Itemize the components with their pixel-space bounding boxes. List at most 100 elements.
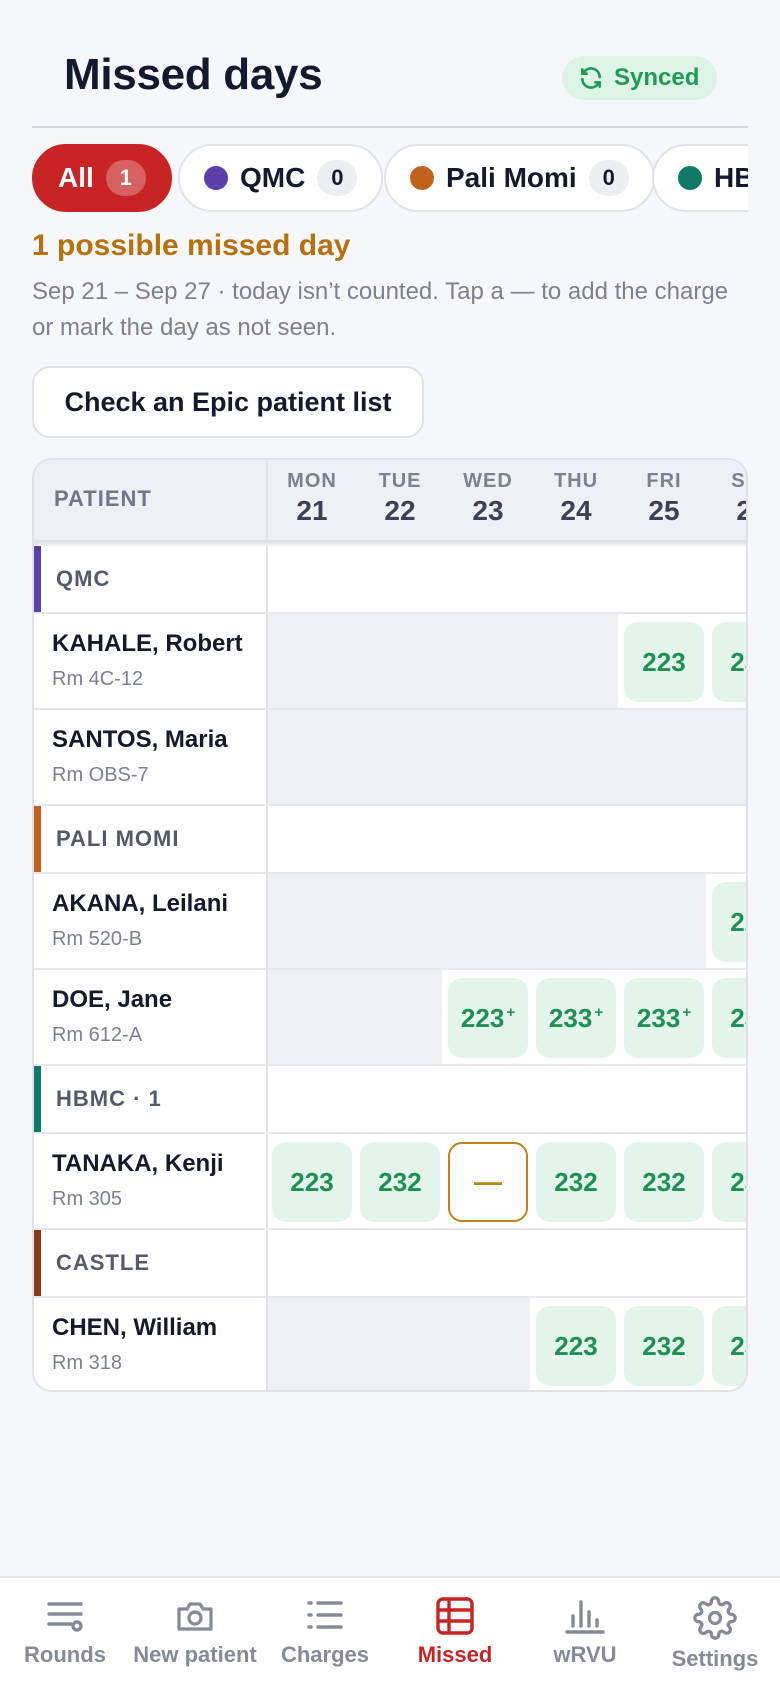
charge-code: 233 xyxy=(636,1002,681,1033)
inactive-days xyxy=(268,1298,530,1390)
table-icon xyxy=(436,1597,474,1635)
group-label-cell: HBMC · 1 xyxy=(34,1066,268,1132)
patient-header-label: PATIENT xyxy=(54,486,152,511)
patient-name: AKANA, Leilani xyxy=(52,890,229,917)
missed-day-cell[interactable]: — xyxy=(448,1142,528,1222)
day-name: THU xyxy=(553,470,599,492)
group-color-bar xyxy=(34,806,41,872)
charge-cell[interactable]: 232 xyxy=(712,1306,746,1386)
charge-cell[interactable]: 232 xyxy=(624,1142,704,1222)
charge-code: 223 xyxy=(460,1002,505,1033)
patient-name: TANAKA, Kenji xyxy=(52,1150,224,1177)
patient-cell[interactable]: AKANA, Leilani Rm 520-B xyxy=(34,874,268,968)
patient-row: KAHALE, Robert Rm 4C-12 223 232 xyxy=(34,614,746,710)
charge-cell[interactable]: 232 xyxy=(360,1142,440,1222)
group-name: PALI MOMI xyxy=(56,826,180,851)
tab-missed[interactable]: Missed xyxy=(390,1596,520,1668)
plus-marker: + xyxy=(682,1003,692,1021)
inactive-days xyxy=(268,710,746,804)
sync-icon xyxy=(581,67,601,89)
location-dot xyxy=(410,166,434,190)
patient-cell[interactable]: SANTOS, Maria Rm OBS-7 xyxy=(34,710,268,804)
patient-name: SANTOS, Maria xyxy=(52,726,228,753)
gear-icon xyxy=(693,1596,737,1640)
rounds-icon xyxy=(47,1602,83,1632)
charge-cell[interactable]: 223 xyxy=(624,622,704,702)
day-cells: 223 232 xyxy=(268,614,746,708)
tab-wrvu[interactable]: wRVU xyxy=(520,1596,650,1668)
charge-cell[interactable]: 232 xyxy=(624,1306,704,1386)
day-name: SAT xyxy=(731,470,746,492)
day-header: TUE 22 xyxy=(356,470,444,527)
chip-count: 0 xyxy=(317,160,358,196)
charge-cell[interactable]: 233 + xyxy=(536,978,616,1058)
charge-cell[interactable]: 223 + xyxy=(448,978,528,1058)
tab-settings[interactable]: Settings xyxy=(650,1596,780,1672)
chip-label: Pali Momi xyxy=(446,162,577,193)
day-name: FRI xyxy=(646,470,682,492)
day-header: WED 23 xyxy=(444,470,532,527)
chip-all[interactable]: All 1 xyxy=(32,144,172,212)
tab-new-patient[interactable]: New patient xyxy=(130,1596,260,1668)
day-name: TUE xyxy=(378,470,422,492)
day-header: SAT 26 xyxy=(708,470,746,527)
chip-hbmc[interactable]: HBMC 1 xyxy=(652,144,748,212)
group-row-hbmc: HBMC · 1 xyxy=(34,1066,746,1134)
day-column-headers: MON 21 TUE 22 WED 23 THU 24 FRI 25 SAT 26 xyxy=(268,460,746,542)
patient-cell[interactable]: CHEN, William Rm 318 xyxy=(34,1298,268,1390)
charge-cell[interactable]: 232 xyxy=(712,622,746,702)
sync-status-badge[interactable]: Synced xyxy=(562,56,718,100)
group-label-cell: QMC xyxy=(34,546,268,612)
group-row-fill xyxy=(268,1230,746,1296)
chip-label: All xyxy=(58,162,94,193)
day-name: WED xyxy=(463,470,513,492)
group-row-qmc: QMC xyxy=(34,546,746,614)
check-epic-list-button[interactable]: Check an Epic patient list xyxy=(32,366,424,438)
plus-marker: + xyxy=(594,1003,604,1021)
tab-rounds[interactable]: Rounds xyxy=(0,1596,130,1668)
plus-marker: + xyxy=(506,1003,516,1021)
patient-row: SANTOS, Maria Rm OBS-7 xyxy=(34,710,746,806)
patient-name: DOE, Jane xyxy=(52,986,173,1013)
chip-count: 1 xyxy=(105,160,146,196)
sync-status-label: Synced xyxy=(614,64,700,91)
group-row-fill xyxy=(268,546,746,612)
charge-cell[interactable]: 233 xyxy=(712,978,746,1058)
patient-cell[interactable]: DOE, Jane Rm 612-A xyxy=(34,970,268,1064)
patient-name: KAHALE, Robert xyxy=(52,630,243,657)
day-cells xyxy=(268,710,746,804)
charge-cell[interactable]: 232 xyxy=(712,1142,746,1222)
patient-cell[interactable]: TANAKA, Kenji Rm 305 xyxy=(34,1134,268,1228)
patient-row: CHEN, William Rm 318 223 232 232 xyxy=(34,1298,746,1390)
chip-qmc[interactable]: QMC 0 xyxy=(178,144,384,212)
tab-charges[interactable]: Charges xyxy=(260,1596,390,1668)
charge-cell[interactable]: 223 xyxy=(536,1306,616,1386)
bar-chart-icon xyxy=(565,1600,605,1634)
group-label-cell: CASTLE xyxy=(34,1230,268,1296)
group-name: QMC xyxy=(56,566,111,591)
patient-row: AKANA, Leilani Rm 520-B 223 xyxy=(34,874,746,970)
charge-cell[interactable]: 233 + xyxy=(624,978,704,1058)
charge-cell[interactable]: 223 xyxy=(272,1142,352,1222)
charge-code: 233 xyxy=(730,1002,746,1033)
day-cells: 223 xyxy=(268,874,746,968)
day-header: FRI 25 xyxy=(620,470,708,527)
group-color-bar xyxy=(34,1066,41,1132)
bottom-tab-bar: Rounds New patient Charges Missed wRVU S… xyxy=(0,1576,780,1688)
patient-name: CHEN, William xyxy=(52,1314,218,1341)
header: Missed days Synced xyxy=(0,0,780,128)
charge-cell[interactable]: 232 xyxy=(536,1142,616,1222)
patient-column-header: PATIENT xyxy=(34,460,268,542)
chip-label: HBMC xyxy=(714,162,748,193)
charge-cell[interactable]: 223 xyxy=(712,882,746,962)
day-cells: 223+ 233+ 233+ 233 xyxy=(268,970,746,1064)
day-date: 26 xyxy=(708,495,746,527)
tab-label: New patient xyxy=(133,1642,257,1667)
chip-pali-momi[interactable]: Pali Momi 0 xyxy=(384,144,655,212)
patient-row: DOE, Jane Rm 612-A 223+ 233+ 233+ 233 xyxy=(34,970,746,1066)
patient-cell[interactable]: KAHALE, Robert Rm 4C-12 xyxy=(34,614,268,708)
charge-code: 233 xyxy=(548,1002,593,1033)
tab-label: Missed xyxy=(417,1642,493,1667)
missed-summary: 1 possible missed day xyxy=(32,229,351,262)
patient-room: Rm 4C-12 xyxy=(52,668,144,690)
